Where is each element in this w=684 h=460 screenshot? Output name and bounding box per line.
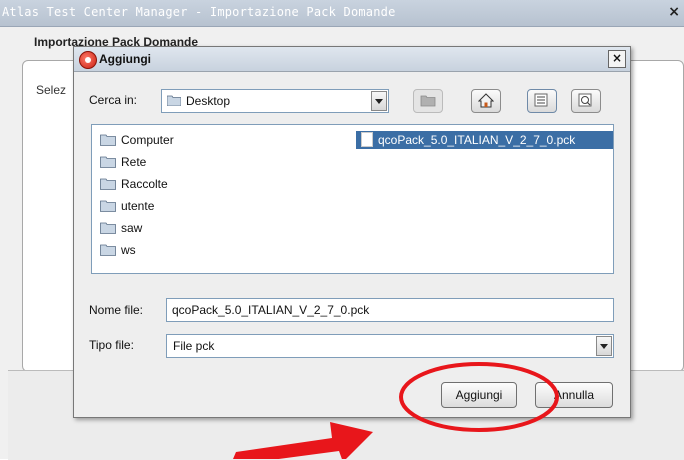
- add-button[interactable]: Aggiungi: [441, 382, 517, 408]
- app-select-label: Selez: [36, 83, 67, 97]
- home-icon: [478, 93, 494, 108]
- selected-file-item[interactable]: qcoPack_5.0_ITALIAN_V_2_7_0.pck: [356, 131, 613, 149]
- dialog-close-button[interactable]: ×: [608, 50, 626, 68]
- folder-item-label: Raccolte: [121, 177, 168, 191]
- file-type-dropdown[interactable]: File pck: [166, 334, 614, 358]
- up-folder-button[interactable]: [413, 89, 443, 113]
- folder-item-label: Rete: [121, 155, 147, 169]
- up-folder-icon: [420, 95, 436, 107]
- cancel-button[interactable]: Annulla: [535, 382, 613, 408]
- folder-icon: [100, 222, 116, 234]
- dialog-title: Aggiungi: [99, 52, 151, 66]
- file-name-input[interactable]: qcoPack_5.0_ITALIAN_V_2_7_0.pck: [166, 298, 614, 322]
- folder-item-label: Computer: [121, 133, 174, 147]
- dialog-title-bar[interactable]: Aggiungi ×: [74, 47, 630, 72]
- folder-item-label: ws: [121, 243, 136, 257]
- add-file-dialog: Aggiungi × Cerca in: Desktop Computer Re…: [73, 46, 631, 418]
- file-list[interactable]: Computer Rete Raccolte utente saw ws qco…: [91, 124, 614, 274]
- folder-item-label: saw: [121, 221, 143, 235]
- selected-file-label: qcoPack_5.0_ITALIAN_V_2_7_0.pck: [378, 133, 576, 147]
- list-view-icon: [534, 93, 548, 107]
- file-name-label: Nome file:: [89, 303, 144, 317]
- look-in-label: Cerca in:: [89, 93, 138, 107]
- folder-icon: [100, 244, 116, 256]
- home-button[interactable]: [471, 89, 501, 113]
- look-in-dropdown[interactable]: Desktop: [161, 89, 389, 113]
- file-name-value: qcoPack_5.0_ITALIAN_V_2_7_0.pck: [172, 303, 370, 317]
- file-icon: [361, 132, 373, 147]
- folder-icon: [100, 134, 116, 146]
- app-title-bar: Atlas Test Center Manager - Importazione…: [0, 0, 684, 27]
- app-logo-icon: [79, 51, 97, 69]
- details-view-icon: [578, 93, 592, 107]
- app-close-button[interactable]: ×: [668, 4, 680, 20]
- folder-icon: [167, 95, 181, 106]
- chevron-down-icon[interactable]: [596, 336, 612, 356]
- folder-icon: [100, 156, 116, 168]
- app-title: Atlas Test Center Manager - Importazione…: [2, 5, 396, 19]
- details-view-button[interactable]: [571, 89, 601, 113]
- folder-icon: [100, 178, 116, 190]
- folder-icon: [100, 200, 116, 212]
- file-type-value: File pck: [173, 339, 215, 353]
- file-type-label: Tipo file:: [89, 338, 134, 352]
- chevron-down-icon[interactable]: [371, 91, 387, 111]
- list-view-button[interactable]: [527, 89, 557, 113]
- look-in-value: Desktop: [186, 94, 231, 108]
- folder-item-label: utente: [121, 199, 155, 213]
